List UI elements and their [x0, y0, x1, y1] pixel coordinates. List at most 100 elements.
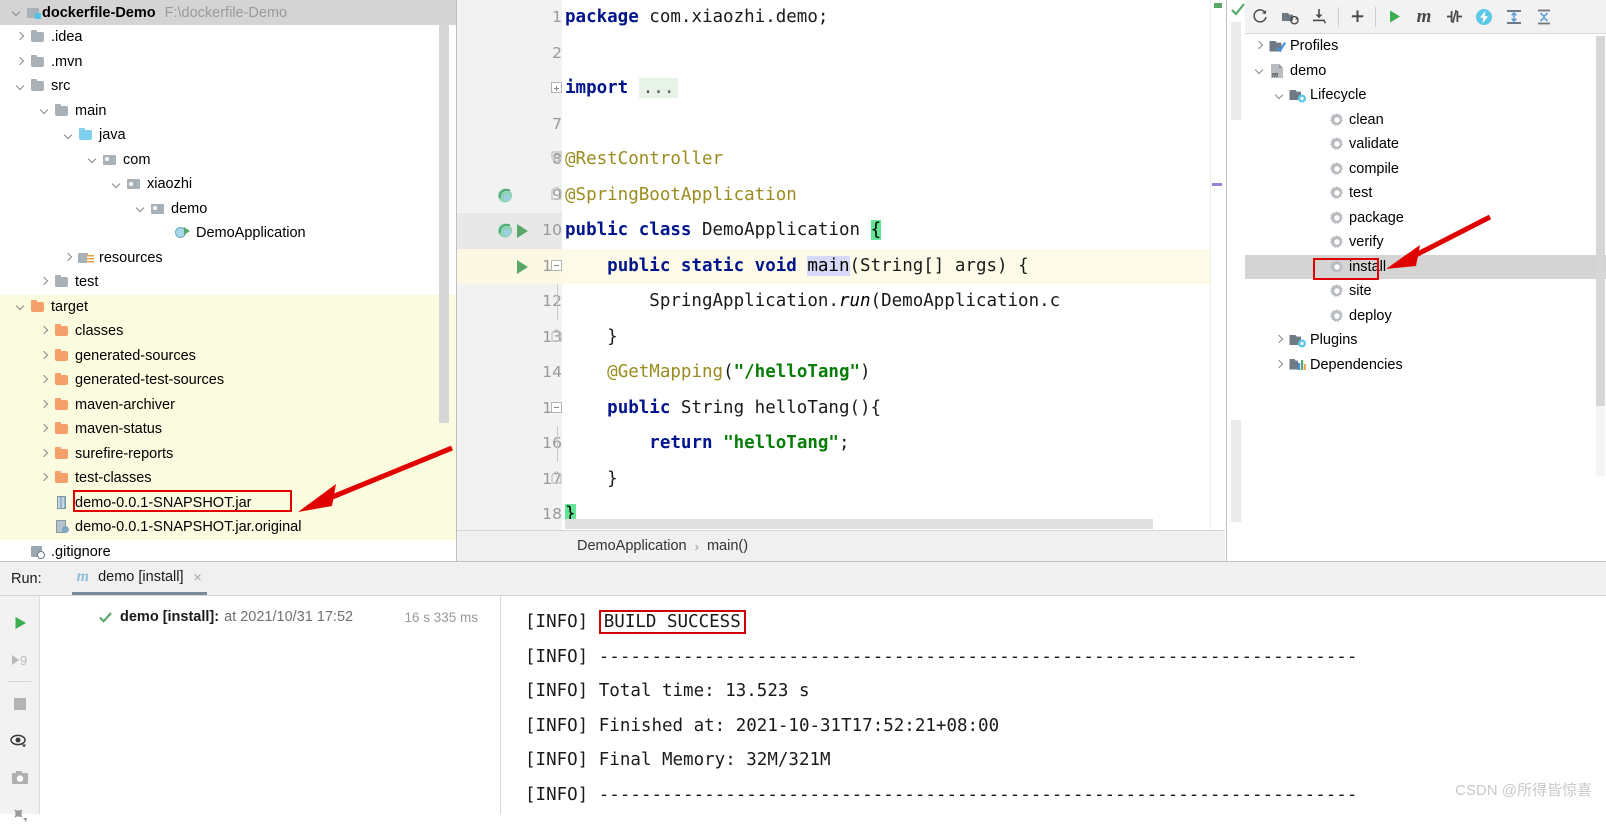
maven-tool-window[interactable]: m Profiles m demo Lifecycle clean validate com…	[1226, 0, 1606, 561]
editor-line-8[interactable]: 8 @RestController	[457, 142, 1225, 178]
editor-line-content[interactable]: @RestController	[565, 142, 723, 178]
editor-gutter[interactable]: 14	[457, 355, 562, 391]
editor-line-15[interactable]: 15 public String helloTang(){	[457, 390, 1225, 426]
export-screenshot-button[interactable]	[0, 759, 39, 796]
chevron-right-icon[interactable]	[38, 398, 51, 411]
editor-horizontal-scrollbar[interactable]	[565, 519, 1153, 529]
fold-region-marker[interactable]	[551, 151, 562, 164]
fold-region-marker[interactable]	[551, 470, 562, 484]
chevron-right-icon[interactable]	[38, 276, 51, 289]
maven-item-validate[interactable]: validate	[1245, 132, 1606, 157]
editor-gutter[interactable]: 18	[457, 497, 562, 533]
fold-collapse-icon[interactable]	[551, 259, 562, 271]
spring-bean-gutter-icon[interactable]	[497, 187, 514, 204]
editor-gutter[interactable]: 17	[457, 461, 562, 497]
editor-line-content[interactable]: public class DemoApplication {	[565, 213, 882, 249]
tree-item--mvn[interactable]: .mvn	[0, 50, 456, 75]
run-gutter-icon[interactable]	[517, 259, 528, 274]
editor-gutter[interactable]: 8	[457, 142, 562, 178]
maven-project-tree[interactable]: Profiles m demo Lifecycle clean validate compi…	[1245, 34, 1606, 561]
maven-toolbar[interactable]: m	[1245, 0, 1606, 34]
chevron-right-icon[interactable]	[1253, 40, 1266, 53]
editor-gutter[interactable]: 7	[457, 106, 562, 142]
maven-item-package[interactable]: package	[1245, 206, 1606, 231]
maven-item-lifecycle[interactable]: Lifecycle	[1245, 83, 1606, 108]
editor-line-13[interactable]: 13 }	[457, 319, 1225, 356]
editor-line-content[interactable]: public static void main(String[] args) {	[565, 249, 1029, 285]
chevron-down-icon[interactable]	[110, 178, 123, 191]
console-output[interactable]: [INFO] BUILD SUCCESS [INFO] -------------…	[501, 596, 1606, 814]
maven-item-profiles[interactable]: Profiles	[1245, 34, 1606, 59]
rerun-button[interactable]	[0, 604, 39, 641]
chevron-right-icon[interactable]	[38, 472, 51, 485]
editor-gutter[interactable]: 2	[457, 35, 562, 71]
run-gutter-icon[interactable]	[517, 224, 528, 238]
maven-scrollbar[interactable]	[1596, 36, 1605, 476]
maven-item-verify[interactable]: verify	[1245, 230, 1606, 255]
editor-line-content[interactable]: }	[565, 462, 618, 498]
download-sources-icon[interactable]	[1305, 2, 1335, 32]
tree-item--gitignore[interactable]: .gitignore	[0, 540, 456, 562]
tree-item-src[interactable]: src	[0, 74, 456, 99]
chevron-down-icon[interactable]	[1273, 89, 1286, 102]
project-root-header[interactable]: dockerfile-Demo F:\dockerfile-Demo	[0, 0, 456, 25]
code-editor[interactable]: 1package com.xiaozhi.demo;23import ...78…	[457, 0, 1225, 561]
maven-item-dependencies[interactable]: Dependencies	[1245, 353, 1606, 378]
tree-item-demo[interactable]: demo	[0, 197, 456, 222]
fold-expand-icon[interactable]	[551, 82, 562, 93]
chevron-right-icon[interactable]	[38, 447, 51, 460]
tree-item-demo-0-0-1-snapshot-jar[interactable]: demo-0.0.1-SNAPSHOT.jar	[0, 490, 456, 515]
editor-gutter[interactable]: 3	[457, 71, 562, 107]
editor-scroll-thumb[interactable]	[1231, 120, 1241, 420]
tree-item-generated-test-sources[interactable]: generated-test-sources	[0, 368, 456, 393]
chevron-down-icon[interactable]	[14, 80, 27, 93]
editor-line-content[interactable]: }	[565, 320, 618, 356]
breadcrumb-class[interactable]: DemoApplication	[577, 538, 687, 554]
editor-line-11[interactable]: 11 public static void main(String[] args…	[457, 248, 1225, 285]
maven-item-plugins[interactable]: Plugins	[1245, 328, 1606, 353]
chevron-right-icon[interactable]	[62, 251, 75, 264]
chevron-down-icon[interactable]	[10, 6, 23, 19]
maven-item-clean[interactable]: clean	[1245, 108, 1606, 133]
editor-line-2[interactable]: 2	[457, 35, 1225, 71]
chevron-right-icon[interactable]	[1273, 358, 1286, 371]
chevron-right-icon[interactable]	[14, 31, 27, 44]
tree-item-generated-sources[interactable]: generated-sources	[0, 343, 456, 368]
chevron-right-icon[interactable]	[38, 349, 51, 362]
tree-item-surefire-reports[interactable]: surefire-reports	[0, 441, 456, 466]
reload-all-maven-projects-icon[interactable]	[1245, 2, 1275, 32]
fold-region-marker[interactable]	[551, 328, 562, 342]
tree-item-maven-status[interactable]: maven-status	[0, 417, 456, 442]
chevron-right-icon[interactable]	[14, 55, 27, 68]
maven-item-test[interactable]: test	[1245, 181, 1606, 206]
tree-item-demoapplication[interactable]: DemoApplication	[0, 221, 456, 246]
tree-item-com[interactable]: com	[0, 148, 456, 173]
tree-item-java[interactable]: java	[0, 123, 456, 148]
project-file-tree[interactable]: .idea .mvn src main java com xiaozhi demo DemoAp…	[0, 25, 456, 561]
chevron-right-icon[interactable]	[38, 374, 51, 387]
expand-all-icon[interactable]	[1499, 2, 1529, 32]
editor-line-9[interactable]: 9 @SpringBootApplication	[457, 177, 1225, 213]
toggle-skip-tests-icon[interactable]	[1439, 2, 1469, 32]
run-maven-build-icon[interactable]	[1379, 2, 1409, 32]
editor-line-17[interactable]: 17 }	[457, 461, 1225, 498]
editor-line-10[interactable]: 10 public class DemoApplication {	[457, 213, 1225, 249]
editor-gutter[interactable]: 15	[457, 390, 562, 426]
tree-item-resources[interactable]: resources	[0, 246, 456, 271]
editor-line-1[interactable]: 1 package com.xiaozhi.demo;	[457, 0, 1225, 36]
run-tab-demo-install[interactable]: m demo [install] ×	[71, 562, 207, 595]
editor-gutter[interactable]: 12	[457, 284, 562, 320]
project-tool-window[interactable]: dockerfile-Demo F:\dockerfile-Demo .idea…	[0, 0, 457, 561]
close-icon[interactable]: ×	[194, 569, 202, 585]
editor-gutter[interactable]: 11	[457, 248, 562, 284]
editor-line-content[interactable]: SpringApplication.run(DemoApplication.c	[565, 284, 1060, 320]
tree-item-target[interactable]: target	[0, 294, 456, 319]
editor-line-7[interactable]: 7	[457, 106, 1225, 142]
breadcrumb-method[interactable]: main()	[707, 538, 748, 554]
tree-item-demo-0-0-1-snapshot-jar-original[interactable]: demo-0.0.1-SNAPSHOT.jar.original	[0, 515, 456, 540]
maven-item-deploy[interactable]: deploy	[1245, 304, 1606, 329]
tree-item-test[interactable]: test	[0, 270, 456, 295]
chevron-down-icon[interactable]	[62, 129, 75, 142]
project-scrollbar[interactable]	[439, 25, 449, 525]
editor-line-3[interactable]: 3import ...	[457, 71, 1225, 107]
